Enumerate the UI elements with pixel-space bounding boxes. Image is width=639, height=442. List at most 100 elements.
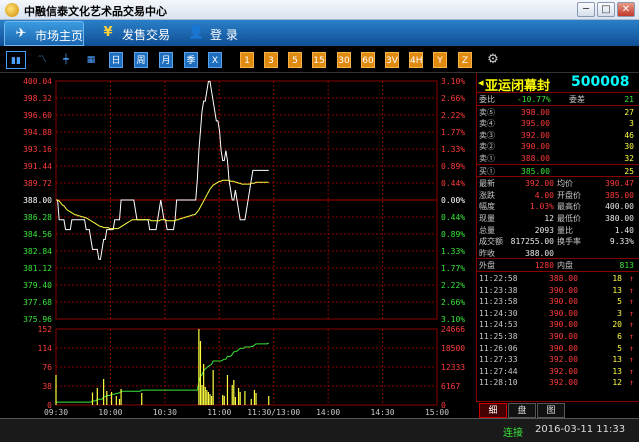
average-price-line	[56, 179, 269, 230]
stat-label: 幅度	[479, 202, 495, 212]
ask-price: 390.00	[521, 142, 550, 152]
tab-graph[interactable]: 图	[537, 403, 565, 418]
tick-time: 11:22:58	[479, 274, 518, 283]
up-arrow-icon: ↑	[629, 366, 634, 376]
tick-volume: 5	[617, 297, 622, 307]
price-line	[56, 80, 269, 260]
period-x-button[interactable]: X	[208, 52, 222, 68]
price-tick-label: 386.28	[23, 213, 52, 222]
ask-label: 卖③	[479, 130, 495, 140]
divider	[477, 176, 639, 178]
line-chart-icon[interactable]: 〽	[34, 52, 50, 68]
min-5-button[interactable]: 5	[288, 52, 302, 68]
tick-time: 11:24:30	[479, 308, 518, 318]
ask-volume: 3	[629, 119, 634, 129]
status-bar: 连接 2016-03-11 11:33	[0, 418, 639, 442]
calendar-icon[interactable]: ▦	[83, 52, 99, 68]
gear-icon[interactable]: ⚙	[485, 52, 501, 68]
period-y-button[interactable]: Y	[433, 52, 447, 68]
tick-row: 11:25:38 390.00 6 ↑	[477, 331, 639, 342]
up-arrow-icon: ↑	[629, 274, 634, 283]
tab-book[interactable]: 盘	[508, 403, 536, 418]
stat-row: 昨收 388.00	[477, 248, 639, 259]
min-60-button[interactable]: 60	[361, 52, 375, 68]
up-arrow-icon: ↑	[629, 297, 634, 307]
ask-row: 卖③ 392.00 46	[477, 130, 639, 141]
pct-tick-label: 0.44%	[441, 179, 465, 188]
tick-price: 392.00	[549, 366, 578, 376]
period-3v-button[interactable]: 3V	[385, 52, 399, 68]
volume-tick-label-right: 0	[441, 401, 446, 410]
tab-sell-trade[interactable]: ¥ 发售交易	[92, 21, 172, 46]
tab-login[interactable]: 👤 登 录	[180, 21, 256, 46]
ratio-value: -10.77%	[517, 95, 551, 104]
tick-row: 11:24:30 390.00 3 ↑	[477, 308, 639, 319]
volume-tick-label: 38	[42, 382, 52, 391]
ask-row: 卖② 390.00 30	[477, 141, 639, 152]
stat-value: 1.40	[614, 225, 634, 235]
stat-label: 开盘价	[557, 190, 581, 200]
stat-row: 最新 392.00 均价 390.47	[477, 178, 639, 189]
stat-value: 4.00	[534, 190, 554, 200]
tick-row: 11:24:53 390.00 20 ↑	[477, 319, 639, 330]
stat-label: 量比	[557, 225, 573, 235]
ask-label: 卖①	[479, 154, 495, 163]
tick-time: 11:28:10	[479, 378, 518, 388]
bid-row: 买① 385.00 25	[477, 166, 639, 177]
tick-price: 390.00	[549, 320, 578, 330]
tick-time: 11:27:44	[479, 366, 518, 376]
tick-time: 11:23:38	[479, 285, 518, 295]
bar-chart-icon[interactable]: ▮▮	[6, 51, 26, 69]
diff-label: 委差	[569, 95, 585, 104]
period-season-button[interactable]: 季	[184, 52, 198, 68]
arrow-left-icon[interactable]: ◂	[478, 76, 484, 89]
stock-header: ◂ 亚运闭幕封 500008	[477, 73, 639, 94]
stat-label: 昨收	[479, 248, 495, 258]
detail-tabs: 细 盘 图	[476, 401, 639, 418]
order-ratio-row: 委比 -10.77% 委差 21	[477, 94, 639, 105]
stat-row: 现量 12 最低价 380.00	[477, 213, 639, 224]
pct-tick-label: 2.66%	[441, 94, 465, 103]
tick-time: 11:25:38	[479, 332, 518, 341]
ask-volume: 32	[624, 154, 634, 163]
pct-tick-label: 0.44%	[441, 213, 465, 222]
candlestick-icon[interactable]: ┿	[58, 52, 74, 68]
period-z-button[interactable]: Z	[458, 52, 472, 68]
inner-value: 813	[619, 261, 634, 271]
period-4h-button[interactable]: 4H	[409, 52, 423, 68]
stat-row: 总量 2093 量比 1.40	[477, 225, 639, 236]
intraday-chart[interactable]: 400.04 3.10% 398.32 2.66% 396.60 2.22% 394.88 1…	[0, 73, 476, 417]
min-3-button[interactable]: 3	[264, 52, 278, 68]
pct-tick-label: 1.33%	[441, 247, 465, 256]
min-1-button[interactable]: 1	[240, 52, 254, 68]
stat-label: 现量	[479, 214, 495, 223]
tick-row: 11:23:38 390.00 13 ↑	[477, 285, 639, 296]
period-day-button[interactable]: 日	[109, 52, 123, 68]
stat-value: 380.00	[605, 214, 634, 223]
bid-price: 385.00	[521, 166, 550, 176]
close-button[interactable]: ✕	[617, 2, 635, 17]
pct-tick-label: 0.89%	[441, 162, 465, 171]
chart-toolbar: ▮▮ 〽 ┿ ▦ 日 周 月 季 X 1 3 5 15 30 60 3V 4H …	[0, 46, 639, 73]
stock-code: 500008	[571, 74, 630, 90]
tick-price: 388.00	[549, 274, 578, 283]
period-month-button[interactable]: 月	[159, 52, 173, 68]
min-30-button[interactable]: 30	[337, 52, 351, 68]
maximize-button[interactable]: □	[597, 2, 615, 17]
bid-label: 买①	[479, 166, 495, 176]
stat-label: 涨跌	[479, 190, 495, 200]
pct-tick-label: 1.33%	[441, 145, 465, 154]
stat-value: 385.00	[605, 190, 634, 200]
tab-detail[interactable]: 细	[479, 403, 507, 418]
volume-tick-label-right: 12333	[441, 363, 465, 372]
ask-label: 卖⑤	[479, 107, 495, 117]
minimize-button[interactable]: ─	[577, 2, 595, 17]
tab-label: 发售交易	[122, 28, 171, 42]
tab-market-home[interactable]: ✈ 市场主页	[4, 21, 84, 46]
volume-tick-label-right: 6167	[441, 382, 460, 391]
time-tick-label: 10:30	[153, 408, 177, 417]
min-15-button[interactable]: 15	[312, 52, 326, 68]
plane-icon: ✈	[15, 26, 27, 41]
period-week-button[interactable]: 周	[134, 52, 148, 68]
stat-row: 涨跌 4.00 开盘价 385.00	[477, 190, 639, 201]
